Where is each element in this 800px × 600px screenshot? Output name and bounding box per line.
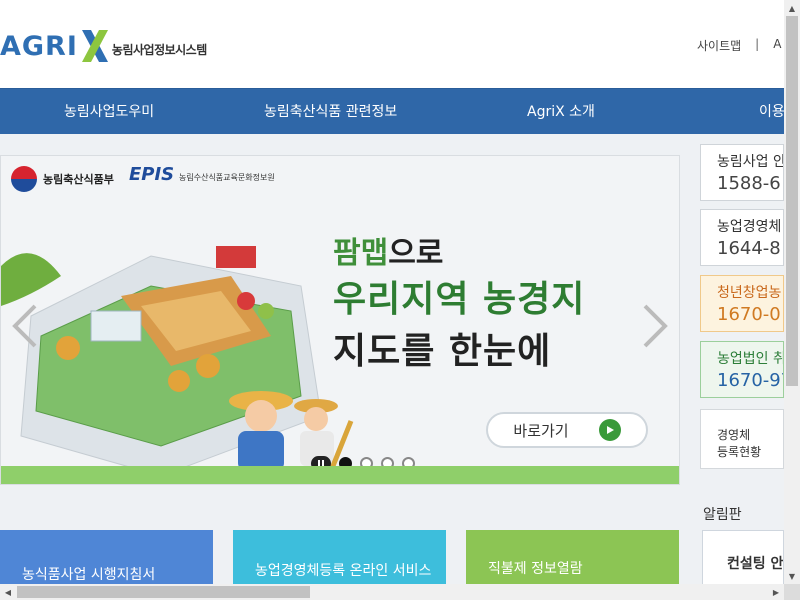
contact-farm-management[interactable]: 농업경영체 1644-8 (700, 209, 784, 266)
prev-slide-icon[interactable] (11, 304, 39, 348)
scrollbar-corner (784, 584, 800, 600)
go-button-label: 바로가기 (513, 421, 569, 440)
contact-farm-project[interactable]: 농림사업 안 1588-6 (700, 144, 784, 201)
contact-title: 농림사업 안 (717, 154, 784, 170)
main-content: 농림축산식품부 EPIS 농림수산식품교육문화정보원 팜맵으로 우리지역 농경지… (0, 134, 784, 584)
scroll-right-icon[interactable]: ▶ (768, 584, 784, 600)
nav-item-helper[interactable]: 농림사업도우미 (64, 89, 154, 135)
headline-accent: 팜맵 (333, 236, 389, 271)
notice-box[interactable]: 컨설팅 안 (702, 530, 784, 584)
main-nav: 농림사업도우미 농림축산식품 관련정보 AgriX 소개 이용 (0, 88, 784, 134)
logo-wordmark: AGRI (0, 30, 78, 62)
status-line-1: 경영체 (717, 428, 751, 442)
card-label: 직불제 정보열람 (488, 561, 583, 577)
vertical-scroll-thumb[interactable] (786, 16, 798, 386)
agrix-logo[interactable]: AGRI 농림사업정보시스템 (0, 26, 207, 66)
contact-title: 농업법인 취 (717, 351, 784, 367)
registration-status-box[interactable]: 경영체 등록현황 (700, 409, 784, 469)
card-guidelines[interactable]: 농식품사업 시행지침서 (0, 530, 213, 584)
nav-item-about[interactable]: AgriX 소개 (527, 89, 595, 135)
banner-slider: 농림축산식품부 EPIS 농림수산식품교육문화정보원 팜맵으로 우리지역 농경지… (0, 155, 680, 485)
contact-number: 1670-97 (717, 370, 783, 391)
utility-links: 사이트맵 | A (697, 37, 781, 54)
contact-number: 1670-0 (717, 304, 781, 325)
banner-headline-1: 팜맵으로 (333, 228, 443, 272)
gov-logo: 농림축산식품부 (11, 166, 114, 192)
banner-headline-3: 지도를 한눈에 (333, 331, 552, 372)
contact-farm-corp[interactable]: 농업법인 취 1670-97 (700, 341, 784, 398)
browser-viewport: AGRI 농림사업정보시스템 사이트맵 | A 농림사업도우미 농림축산식품 관… (0, 0, 784, 584)
taeguk-icon (11, 166, 37, 192)
gov-name: 농림축산식품부 (43, 173, 114, 186)
nav-item-info[interactable]: 농림축산식품 관련정보 (264, 89, 397, 135)
status-line-2: 등록현황 (717, 445, 762, 459)
headline-rest: 으로 (388, 236, 444, 271)
logo-subtitle: 농림사업정보시스템 (111, 42, 207, 57)
banner-go-button[interactable]: 바로가기 (486, 412, 648, 448)
contact-title: 농업경영체 (717, 219, 782, 235)
card-label: 농업경영체등록 온라인 서비스 (255, 563, 432, 579)
scroll-up-icon[interactable]: ▲ (784, 0, 800, 16)
scroll-left-icon[interactable]: ◀ (0, 584, 16, 600)
next-slide-icon[interactable] (641, 304, 669, 348)
contact-title: 청년창업농 (717, 285, 782, 301)
contact-young-farmer[interactable]: 청년창업농 1670-0 (700, 275, 784, 332)
site-header: AGRI 농림사업정보시스템 사이트맵 | A (0, 0, 784, 88)
horizontal-scroll-thumb[interactable] (17, 586, 310, 598)
play-arrow-icon (598, 419, 621, 441)
banner-ground-strip (1, 466, 679, 484)
logo-x-icon (81, 30, 108, 62)
util-separator: | (755, 37, 760, 51)
epis-subtitle: 농림수산식품교육문화정보원 (179, 173, 275, 182)
card-registration-service[interactable]: 농업경영체등록 온라인 서비스 (233, 530, 446, 584)
notice-title: 알림판 (703, 507, 742, 523)
contact-number: 1644-8 (717, 238, 781, 259)
epis-logo: EPIS (129, 164, 175, 185)
nav-item-usage[interactable]: 이용 (759, 89, 784, 135)
util-link-2[interactable]: A (773, 37, 781, 54)
card-direct-payment[interactable]: 직불제 정보열람 (466, 530, 679, 584)
scroll-down-icon[interactable]: ▼ (784, 568, 800, 584)
sitemap-link[interactable]: 사이트맵 (697, 37, 741, 54)
card-label: 농식품사업 시행지침서 (22, 567, 156, 583)
contact-number: 1588-6 (717, 173, 781, 194)
banner-headline-2: 우리지역 농경지 (333, 279, 586, 320)
